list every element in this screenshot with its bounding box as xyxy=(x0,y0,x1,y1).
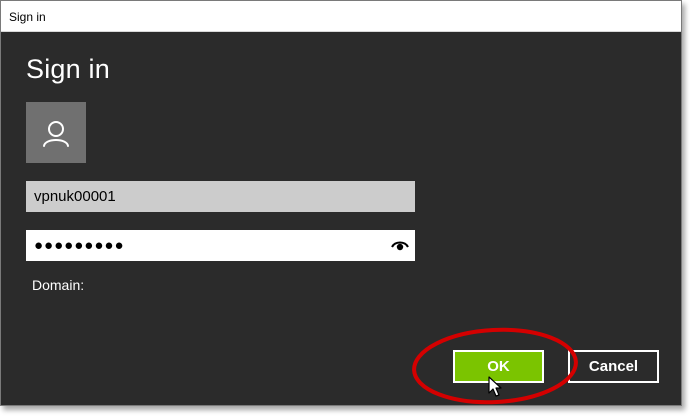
dialog-heading: Sign in xyxy=(26,54,110,84)
password-field[interactable]: ●●●●●●●●● xyxy=(26,230,415,261)
ok-button[interactable]: OK xyxy=(453,350,544,383)
domain-label: Domain: xyxy=(32,277,85,293)
window-title: Sign in xyxy=(9,10,46,24)
password-value: ●●●●●●●●● xyxy=(34,237,125,254)
sign-in-window: Sign in Sign in vpnuk00001 ●●●●●●●●● Dom… xyxy=(0,0,682,406)
user-icon xyxy=(43,121,69,147)
username-value: vpnuk00001 xyxy=(34,188,116,205)
avatar xyxy=(26,102,86,163)
eye-icon[interactable] xyxy=(391,238,409,252)
cancel-button[interactable]: Cancel xyxy=(568,350,659,383)
title-bar: Sign in xyxy=(1,1,681,32)
username-field[interactable]: vpnuk00001 xyxy=(26,181,415,212)
